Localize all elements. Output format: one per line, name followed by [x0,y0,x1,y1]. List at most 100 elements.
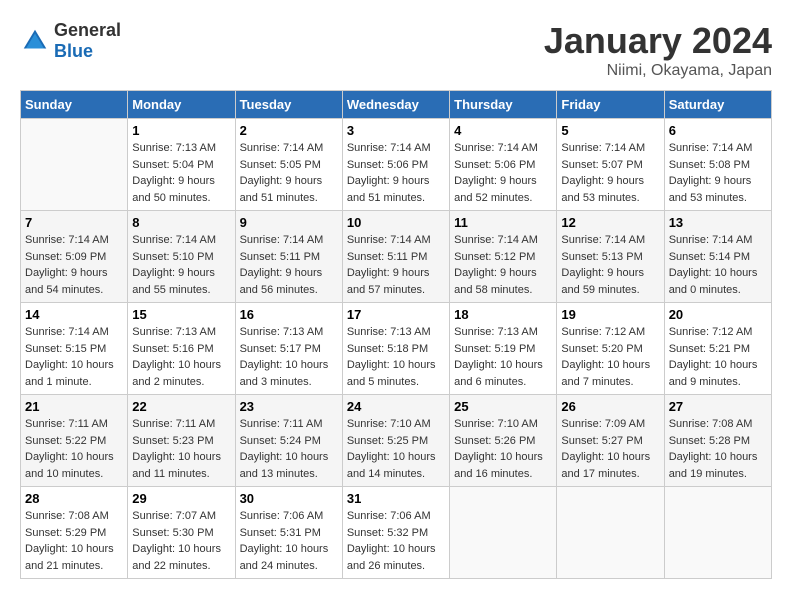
day-info: Sunrise: 7:14 AMSunset: 5:05 PMDaylight:… [240,140,338,206]
day-number: 4 [454,123,552,138]
logo-icon [20,26,50,56]
day-number: 26 [561,399,659,414]
day-info: Sunrise: 7:14 AMSunset: 5:12 PMDaylight:… [454,232,552,298]
day-number: 11 [454,215,552,230]
weekday-header-cell: Friday [557,91,664,119]
calendar-week-row: 14 Sunrise: 7:14 AMSunset: 5:15 PMDayligh… [21,303,772,395]
day-number: 25 [454,399,552,414]
calendar-cell: 4 Sunrise: 7:14 AMSunset: 5:06 PMDaylight… [450,119,557,211]
calendar-table: SundayMondayTuesdayWednesdayThursdayFrid… [20,90,772,579]
calendar-week-row: 1 Sunrise: 7:13 AMSunset: 5:04 PMDaylight… [21,119,772,211]
day-number: 20 [669,307,767,322]
calendar-cell: 3 Sunrise: 7:14 AMSunset: 5:06 PMDaylight… [342,119,449,211]
day-number: 19 [561,307,659,322]
day-info: Sunrise: 7:11 AMSunset: 5:24 PMDaylight:… [240,416,338,482]
calendar-cell: 21 Sunrise: 7:11 AMSunset: 5:22 PMDayligh… [21,395,128,487]
weekday-header-cell: Wednesday [342,91,449,119]
day-info: Sunrise: 7:14 AMSunset: 5:10 PMDaylight:… [132,232,230,298]
day-info: Sunrise: 7:10 AMSunset: 5:26 PMDaylight:… [454,416,552,482]
calendar-cell: 14 Sunrise: 7:14 AMSunset: 5:15 PMDayligh… [21,303,128,395]
calendar-cell: 12 Sunrise: 7:14 AMSunset: 5:13 PMDayligh… [557,211,664,303]
day-number: 8 [132,215,230,230]
day-number: 2 [240,123,338,138]
day-number: 9 [240,215,338,230]
calendar-cell: 17 Sunrise: 7:13 AMSunset: 5:18 PMDayligh… [342,303,449,395]
calendar-week-row: 7Sunrise: 7:14 AMSunset: 5:09 PMDaylight… [21,211,772,303]
day-number: 7 [25,215,123,230]
calendar-body: 1 Sunrise: 7:13 AMSunset: 5:04 PMDaylight… [21,119,772,579]
calendar-week-row: 21 Sunrise: 7:11 AMSunset: 5:22 PMDayligh… [21,395,772,487]
day-info: Sunrise: 7:08 AMSunset: 5:29 PMDaylight:… [25,508,123,574]
calendar-cell: 28 Sunrise: 7:08 AMSunset: 5:29 PMDayligh… [21,487,128,579]
calendar-cell [21,119,128,211]
day-number: 3 [347,123,445,138]
day-info: Sunrise: 7:14 AMSunset: 5:14 PMDaylight:… [669,232,767,298]
logo-text-general: General [54,20,121,40]
day-info: Sunrise: 7:13 AMSunset: 5:04 PMDaylight:… [132,140,230,206]
day-number: 21 [25,399,123,414]
day-info: Sunrise: 7:10 AMSunset: 5:25 PMDaylight:… [347,416,445,482]
day-info: Sunrise: 7:14 AMSunset: 5:15 PMDaylight:… [25,324,123,390]
day-number: 17 [347,307,445,322]
day-info: Sunrise: 7:11 AMSunset: 5:22 PMDaylight:… [25,416,123,482]
calendar-cell: 11 Sunrise: 7:14 AMSunset: 5:12 PMDayligh… [450,211,557,303]
calendar-cell: 24 Sunrise: 7:10 AMSunset: 5:25 PMDayligh… [342,395,449,487]
day-number: 15 [132,307,230,322]
calendar-cell [557,487,664,579]
calendar-cell: 5 Sunrise: 7:14 AMSunset: 5:07 PMDaylight… [557,119,664,211]
weekday-header-row: SundayMondayTuesdayWednesdayThursdayFrid… [21,91,772,119]
weekday-header-cell: Monday [128,91,235,119]
calendar-cell: 25 Sunrise: 7:10 AMSunset: 5:26 PMDayligh… [450,395,557,487]
calendar-cell: 18 Sunrise: 7:13 AMSunset: 5:19 PMDayligh… [450,303,557,395]
calendar-cell: 15 Sunrise: 7:13 AMSunset: 5:16 PMDayligh… [128,303,235,395]
day-info: Sunrise: 7:14 AMSunset: 5:06 PMDaylight:… [347,140,445,206]
calendar-cell: 30Sunrise: 7:06 AMSunset: 5:31 PMDayligh… [235,487,342,579]
day-number: 24 [347,399,445,414]
calendar-cell: 6Sunrise: 7:14 AMSunset: 5:08 PMDaylight… [664,119,771,211]
logo: General Blue [20,20,121,62]
day-number: 1 [132,123,230,138]
day-number: 18 [454,307,552,322]
calendar-cell: 8 Sunrise: 7:14 AMSunset: 5:10 PMDaylight… [128,211,235,303]
day-info: Sunrise: 7:14 AMSunset: 5:06 PMDaylight:… [454,140,552,206]
day-info: Sunrise: 7:14 AMSunset: 5:11 PMDaylight:… [240,232,338,298]
calendar-cell: 16Sunrise: 7:13 AMSunset: 5:17 PMDayligh… [235,303,342,395]
day-number: 28 [25,491,123,506]
day-number: 23 [240,399,338,414]
day-info: Sunrise: 7:11 AMSunset: 5:23 PMDaylight:… [132,416,230,482]
calendar-cell: 1 Sunrise: 7:13 AMSunset: 5:04 PMDaylight… [128,119,235,211]
day-info: Sunrise: 7:07 AMSunset: 5:30 PMDaylight:… [132,508,230,574]
day-info: Sunrise: 7:12 AMSunset: 5:20 PMDaylight:… [561,324,659,390]
header: General Blue January 2024 Niimi, Okayama… [20,20,772,80]
day-number: 27 [669,399,767,414]
weekday-header-cell: Saturday [664,91,771,119]
day-number: 12 [561,215,659,230]
calendar-cell: 31Sunrise: 7:06 AMSunset: 5:32 PMDayligh… [342,487,449,579]
location-subtitle: Niimi, Okayama, Japan [544,62,772,80]
day-info: Sunrise: 7:14 AMSunset: 5:13 PMDaylight:… [561,232,659,298]
day-number: 14 [25,307,123,322]
day-info: Sunrise: 7:13 AMSunset: 5:18 PMDaylight:… [347,324,445,390]
weekday-header-cell: Thursday [450,91,557,119]
calendar-cell: 7Sunrise: 7:14 AMSunset: 5:09 PMDaylight… [21,211,128,303]
day-info: Sunrise: 7:08 AMSunset: 5:28 PMDaylight:… [669,416,767,482]
day-info: Sunrise: 7:14 AMSunset: 5:11 PMDaylight:… [347,232,445,298]
title-block: January 2024 Niimi, Okayama, Japan [544,20,772,80]
day-number: 16 [240,307,338,322]
calendar-cell: 20 Sunrise: 7:12 AMSunset: 5:21 PMDayligh… [664,303,771,395]
day-info: Sunrise: 7:12 AMSunset: 5:21 PMDaylight:… [669,324,767,390]
calendar-cell: 10Sunrise: 7:14 AMSunset: 5:11 PMDayligh… [342,211,449,303]
calendar-cell: 26Sunrise: 7:09 AMSunset: 5:27 PMDayligh… [557,395,664,487]
calendar-week-row: 28 Sunrise: 7:08 AMSunset: 5:29 PMDayligh… [21,487,772,579]
calendar-cell [664,487,771,579]
day-info: Sunrise: 7:13 AMSunset: 5:19 PMDaylight:… [454,324,552,390]
logo-text-blue: Blue [54,41,93,61]
day-info: Sunrise: 7:06 AMSunset: 5:32 PMDaylight:… [347,508,445,574]
calendar-cell: 29Sunrise: 7:07 AMSunset: 5:30 PMDayligh… [128,487,235,579]
day-number: 30 [240,491,338,506]
day-number: 5 [561,123,659,138]
calendar-cell [450,487,557,579]
calendar-cell: 13Sunrise: 7:14 AMSunset: 5:14 PMDayligh… [664,211,771,303]
day-info: Sunrise: 7:14 AMSunset: 5:07 PMDaylight:… [561,140,659,206]
day-info: Sunrise: 7:13 AMSunset: 5:16 PMDaylight:… [132,324,230,390]
